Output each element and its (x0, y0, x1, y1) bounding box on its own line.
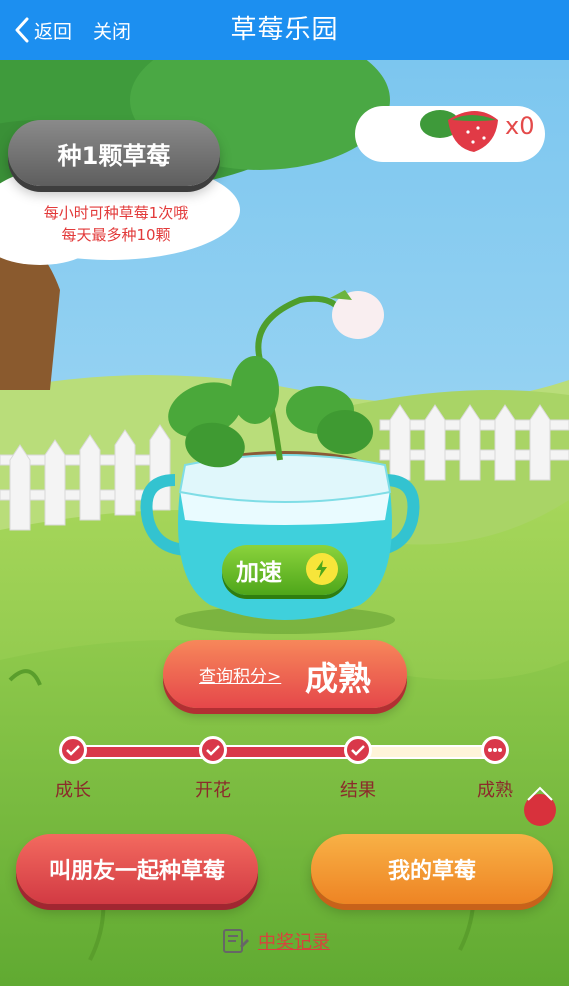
growth-status: 成熟 (305, 659, 371, 698)
back-label: 返回 (34, 20, 73, 43)
page-title: 草莓乐园 (230, 15, 339, 45)
step-check-icon (59, 736, 87, 764)
top-navbar: 草莓乐园 返回 关闭 (0, 0, 569, 60)
invite-friends-button[interactable]: 叫朋友一起种草莓 (16, 834, 258, 904)
plant-hint-line2: 每天最多种10颗 (61, 226, 171, 244)
step-label: 成长 (55, 780, 91, 801)
step-label: 成熟 (477, 780, 513, 801)
speed-up-button[interactable]: 加速 (222, 545, 348, 595)
step-check-icon (199, 736, 227, 764)
back-button[interactable]: 返回 (14, 14, 72, 46)
step-label: 结果 (340, 780, 376, 801)
plant-strawberry-button[interactable]: 种1颗草莓 (8, 120, 220, 186)
prize-record-link[interactable]: 中奖记录 (220, 926, 330, 956)
speed-up-label: 加速 (236, 560, 282, 586)
prize-record-label: 中奖记录 (258, 932, 330, 953)
query-points-link[interactable]: 查询积分> (199, 662, 281, 687)
lightning-icon (306, 553, 338, 585)
step-label: 开花 (195, 780, 231, 801)
plant-hint: 每小时可种草莓1次哦 每天最多种10颗 (10, 202, 222, 246)
progress-track-remaining (358, 745, 495, 759)
chevron-left-icon (15, 17, 29, 43)
plant-hint-line1: 每小时可种草莓1次哦 (43, 204, 189, 222)
note-icon (223, 929, 249, 953)
strawberry-icon (420, 110, 498, 152)
my-strawberries-button[interactable]: 我的草莓 (311, 834, 553, 904)
strawberry-count: x0 (505, 112, 535, 140)
close-button[interactable]: 关闭 (93, 14, 131, 46)
step-pending-icon (481, 736, 509, 764)
step-check-icon (344, 736, 372, 764)
status-pill: 查询积分> 成熟 (163, 640, 407, 708)
